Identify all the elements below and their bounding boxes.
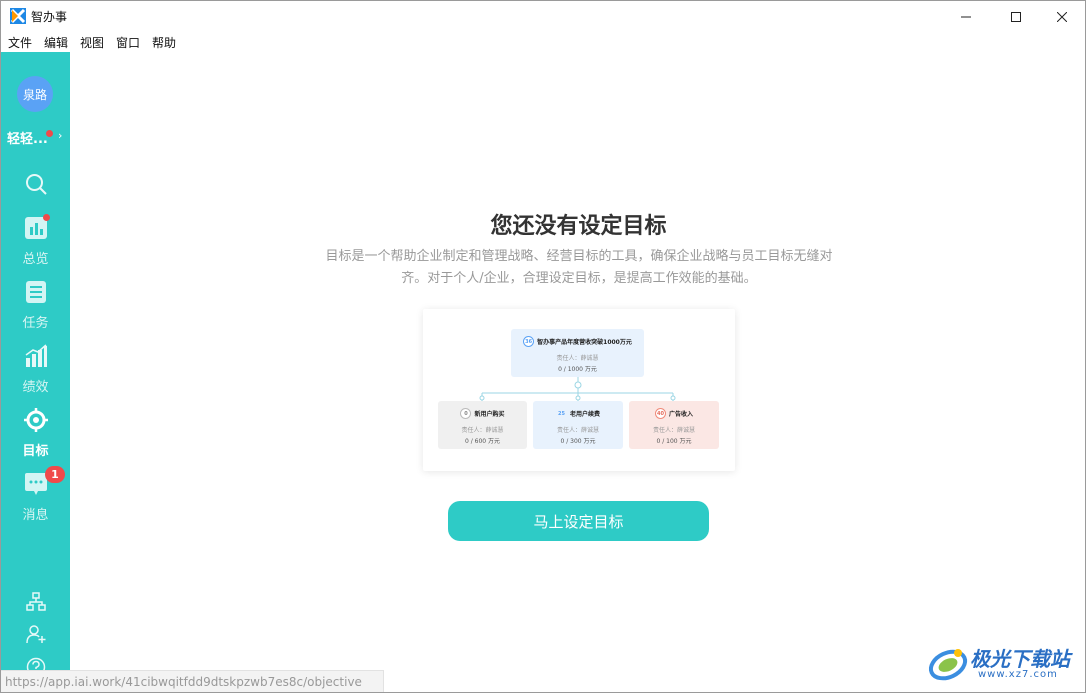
menu-file[interactable]: 文件 bbox=[8, 34, 32, 51]
sidebar: 泉路 轻轻... › 总览 任务 绩效 目标 1 消息 bbox=[1, 52, 70, 692]
chevron-right-icon[interactable]: › bbox=[58, 129, 62, 142]
sidebar-item-search[interactable] bbox=[1, 170, 70, 200]
avatar[interactable]: 泉路 bbox=[17, 76, 53, 112]
app-window: 智办事 文件 编辑 视图 窗口 帮助 泉路 轻轻... › 总览 任务 绩效 目… bbox=[0, 0, 1086, 693]
goal-value: 0 / 1000 万元 bbox=[558, 366, 597, 373]
progress-ring: 25 bbox=[555, 408, 567, 419]
org-structure-icon[interactable] bbox=[26, 592, 46, 612]
target-icon bbox=[24, 408, 48, 432]
performance-bar-icon bbox=[25, 344, 47, 367]
progress-ring: 0 bbox=[460, 408, 472, 419]
objective-illustration: 36 智办事产品年度营收突破1000万元 责任人：薛诚慧 0 / 1000 万元 … bbox=[423, 309, 735, 471]
sidebar-item-performance[interactable]: 绩效 bbox=[1, 344, 70, 395]
maximize-button[interactable] bbox=[993, 1, 1039, 32]
goal-value: 0 / 600 万元 bbox=[464, 438, 500, 445]
sidebar-item-label: 任务 bbox=[22, 316, 49, 331]
watermark-logo: 极光下载站 www.xz7.com bbox=[926, 641, 1076, 687]
close-button[interactable] bbox=[1039, 1, 1085, 32]
main-content: 您还没有设定目标 目标是一个帮助企业制定和管理战略、经营目标的工具，确保企业战略… bbox=[70, 52, 1085, 692]
sidebar-item-objective[interactable]: 目标 bbox=[1, 408, 70, 459]
sidebar-item-messages[interactable]: 1 消息 bbox=[1, 466, 70, 523]
search-icon bbox=[26, 174, 47, 195]
overview-notification-dot bbox=[43, 214, 50, 221]
close-icon bbox=[1057, 11, 1067, 22]
menu-help[interactable]: 帮助 bbox=[152, 34, 176, 51]
watermark-text: 极光下载站 bbox=[970, 647, 1070, 671]
message-count-badge: 1 bbox=[45, 466, 65, 483]
minimize-button[interactable] bbox=[943, 1, 989, 32]
goal-owner: 责任人：薛诚慧 bbox=[556, 355, 599, 362]
maximize-icon bbox=[1011, 11, 1021, 22]
sidebar-item-label: 绩效 bbox=[22, 380, 49, 395]
menu-window[interactable]: 窗口 bbox=[116, 34, 140, 51]
empty-state-title: 您还没有设定目标 bbox=[490, 214, 667, 239]
menu-bar: 文件 编辑 视图 窗口 帮助 bbox=[1, 32, 1085, 52]
goal-owner: 责任人：薛诚慧 bbox=[556, 427, 599, 434]
goal-title: 新用户购买 bbox=[474, 411, 505, 418]
goal-value: 0 / 100 万元 bbox=[656, 438, 692, 445]
goal-node-root: 36 智办事产品年度营收突破1000万元 责任人：薛诚慧 0 / 1000 万元 bbox=[511, 329, 644, 377]
goal-title: 智办事产品年度营收突破1000万元 bbox=[537, 339, 632, 346]
goal-owner: 责任人：薛诚慧 bbox=[652, 427, 695, 434]
goal-title: 老用户续费 bbox=[569, 411, 600, 418]
sidebar-item-label: 消息 bbox=[22, 508, 49, 523]
sidebar-item-label: 总览 bbox=[22, 252, 49, 267]
goal-title: 广告收入 bbox=[668, 411, 693, 418]
goal-node-child: 0 新用户购买 责任人：薛诚慧 0 / 600 万元 bbox=[438, 401, 527, 449]
org-switcher-label[interactable]: 轻轻... bbox=[7, 128, 48, 147]
menu-view[interactable]: 视图 bbox=[80, 34, 104, 51]
progress-ring: 40 bbox=[654, 408, 666, 419]
org-notification-dot bbox=[46, 130, 53, 137]
app-logo-icon bbox=[10, 8, 26, 24]
goal-node-child: 40 广告收入 责任人：薛诚慧 0 / 100 万元 bbox=[629, 401, 719, 449]
watermark-swirl-icon bbox=[928, 649, 968, 681]
link-preview-url: https://app.iai.work/41cibwqitfdd9dtskpz… bbox=[1, 670, 384, 692]
minimize-icon bbox=[961, 16, 971, 17]
add-member-icon[interactable] bbox=[26, 624, 46, 644]
set-objective-button[interactable]: 马上设定目标 bbox=[448, 501, 709, 541]
window-title: 智办事 bbox=[31, 10, 68, 24]
goal-value: 0 / 300 万元 bbox=[560, 438, 596, 445]
sidebar-item-label: 目标 bbox=[22, 444, 49, 459]
goal-node-child: 25 老用户续费 责任人：薛诚慧 0 / 300 万元 bbox=[533, 401, 623, 449]
task-list-icon bbox=[26, 281, 46, 303]
progress-ring: 36 bbox=[523, 336, 535, 347]
sidebar-item-tasks[interactable]: 任务 bbox=[1, 280, 70, 331]
goal-owner: 责任人：薛诚慧 bbox=[461, 427, 504, 434]
menu-edit[interactable]: 编辑 bbox=[44, 34, 68, 51]
empty-state-description: 目标是一个帮助企业制定和管理战略、经营目标的工具，确保企业战略与员工目标无缝对齐… bbox=[325, 249, 833, 286]
sidebar-item-overview[interactable]: 总览 bbox=[1, 214, 70, 267]
watermark-url: www.xz7.com bbox=[978, 669, 1058, 680]
title-bar: 智办事 bbox=[1, 1, 1085, 32]
